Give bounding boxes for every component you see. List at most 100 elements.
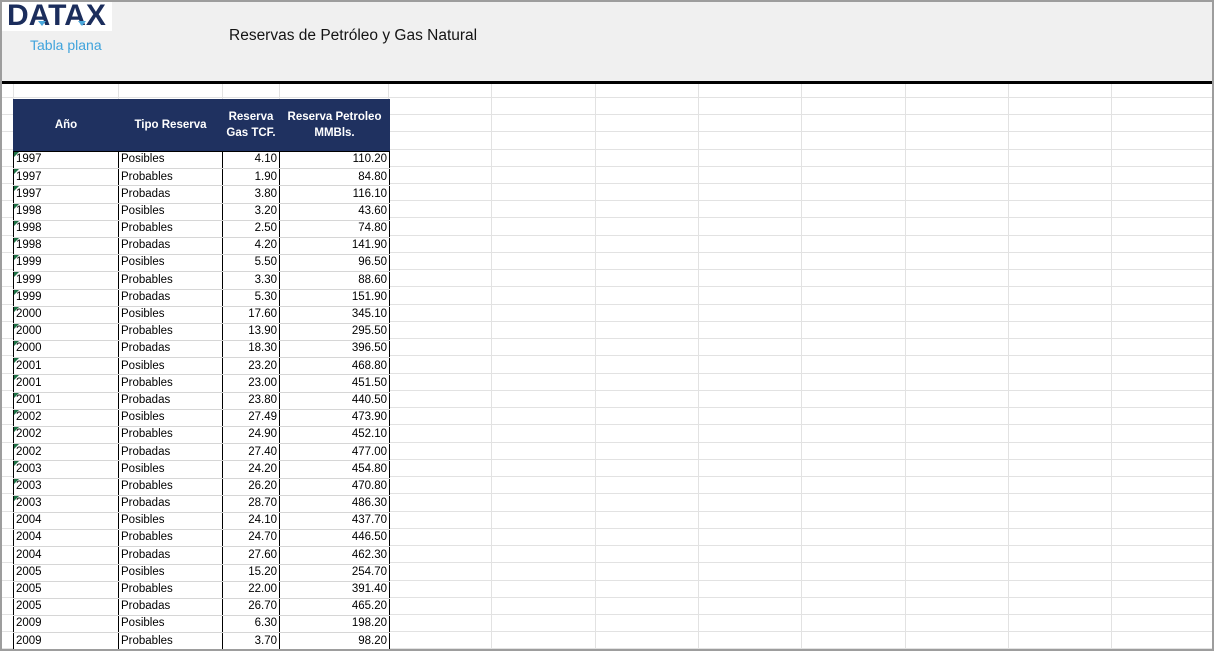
cell-tipo-reserva[interactable]: Posibles bbox=[119, 203, 223, 220]
cell-year[interactable]: 1998 bbox=[14, 220, 119, 237]
cell-tipo-reserva[interactable]: Probadas bbox=[119, 598, 223, 615]
cell-reserva-petroleo[interactable]: 151.90 bbox=[280, 289, 390, 306]
cell-year[interactable]: 1998 bbox=[14, 203, 119, 220]
cell-reserva-petroleo[interactable]: 437.70 bbox=[280, 512, 390, 529]
cell-tipo-reserva[interactable]: Probadas bbox=[119, 444, 223, 461]
cell-tipo-reserva[interactable]: Probables bbox=[119, 530, 223, 547]
column-header-tipo-reserva[interactable]: Tipo Reserva bbox=[119, 100, 223, 152]
cell-reserva-petroleo[interactable]: 96.50 bbox=[280, 255, 390, 272]
cell-tipo-reserva[interactable]: Probadas bbox=[119, 392, 223, 409]
cell-reserva-gas[interactable]: 15.20 bbox=[223, 564, 280, 581]
cell-reserva-petroleo[interactable]: 116.10 bbox=[280, 186, 390, 203]
cell-reserva-petroleo[interactable]: 470.80 bbox=[280, 478, 390, 495]
cell-reserva-gas[interactable]: 4.10 bbox=[223, 152, 280, 169]
cell-reserva-gas[interactable]: 23.00 bbox=[223, 375, 280, 392]
cell-reserva-petroleo[interactable]: 88.60 bbox=[280, 272, 390, 289]
cell-year[interactable]: 2005 bbox=[14, 581, 119, 598]
cell-year[interactable]: 2009 bbox=[14, 633, 119, 650]
cell-year[interactable]: 2003 bbox=[14, 461, 119, 478]
cell-reserva-gas[interactable]: 24.20 bbox=[223, 461, 280, 478]
cell-year[interactable]: 2009 bbox=[14, 616, 119, 633]
cell-year[interactable]: 2002 bbox=[14, 444, 119, 461]
cell-reserva-petroleo[interactable]: 451.50 bbox=[280, 375, 390, 392]
cell-reserva-petroleo[interactable]: 468.80 bbox=[280, 358, 390, 375]
cell-reserva-petroleo[interactable]: 295.50 bbox=[280, 323, 390, 340]
cell-reserva-petroleo[interactable]: 98.20 bbox=[280, 633, 390, 650]
cell-tipo-reserva[interactable]: Probables bbox=[119, 169, 223, 186]
cell-year[interactable]: 2005 bbox=[14, 598, 119, 615]
cell-year[interactable]: 2001 bbox=[14, 358, 119, 375]
cell-reserva-gas[interactable]: 23.80 bbox=[223, 392, 280, 409]
cell-reserva-petroleo[interactable]: 462.30 bbox=[280, 547, 390, 564]
cell-tipo-reserva[interactable]: Probadas bbox=[119, 495, 223, 512]
cell-reserva-petroleo[interactable]: 43.60 bbox=[280, 203, 390, 220]
cell-reserva-petroleo[interactable]: 84.80 bbox=[280, 169, 390, 186]
cell-tipo-reserva[interactable]: Probables bbox=[119, 323, 223, 340]
cell-reserva-gas[interactable]: 22.00 bbox=[223, 581, 280, 598]
cell-reserva-petroleo[interactable]: 446.50 bbox=[280, 530, 390, 547]
cell-reserva-petroleo[interactable]: 486.30 bbox=[280, 495, 390, 512]
cell-reserva-gas[interactable]: 28.70 bbox=[223, 495, 280, 512]
cell-year[interactable]: 2005 bbox=[14, 564, 119, 581]
cell-tipo-reserva[interactable]: Probables bbox=[119, 478, 223, 495]
cell-reserva-gas[interactable]: 4.20 bbox=[223, 237, 280, 254]
cell-tipo-reserva[interactable]: Posibles bbox=[119, 306, 223, 323]
cell-reserva-gas[interactable]: 3.20 bbox=[223, 203, 280, 220]
cell-tipo-reserva[interactable]: Probables bbox=[119, 220, 223, 237]
column-header-reserva-gas[interactable]: Reserva Gas TCF. bbox=[223, 100, 280, 152]
column-header-ano[interactable]: Año bbox=[14, 100, 119, 152]
cell-reserva-gas[interactable]: 27.40 bbox=[223, 444, 280, 461]
cell-tipo-reserva[interactable]: Posibles bbox=[119, 152, 223, 169]
cell-reserva-gas[interactable]: 27.60 bbox=[223, 547, 280, 564]
cell-reserva-gas[interactable]: 2.50 bbox=[223, 220, 280, 237]
cell-year[interactable]: 1998 bbox=[14, 237, 119, 254]
cell-year[interactable]: 2000 bbox=[14, 323, 119, 340]
cell-year[interactable]: 2000 bbox=[14, 341, 119, 358]
cell-reserva-gas[interactable]: 6.30 bbox=[223, 616, 280, 633]
cell-reserva-petroleo[interactable]: 141.90 bbox=[280, 237, 390, 254]
cell-year[interactable]: 2000 bbox=[14, 306, 119, 323]
cell-year[interactable]: 2003 bbox=[14, 495, 119, 512]
cell-year[interactable]: 2003 bbox=[14, 478, 119, 495]
cell-reserva-gas[interactable]: 5.30 bbox=[223, 289, 280, 306]
cell-year[interactable]: 2002 bbox=[14, 427, 119, 444]
cell-reserva-petroleo[interactable]: 440.50 bbox=[280, 392, 390, 409]
cell-reserva-gas[interactable]: 24.70 bbox=[223, 530, 280, 547]
cell-tipo-reserva[interactable]: Probadas bbox=[119, 341, 223, 358]
cell-reserva-petroleo[interactable]: 396.50 bbox=[280, 341, 390, 358]
column-header-reserva-petroleo[interactable]: Reserva Petroleo MMBls. bbox=[280, 100, 390, 152]
cell-reserva-gas[interactable]: 27.49 bbox=[223, 409, 280, 426]
cell-year[interactable]: 1997 bbox=[14, 186, 119, 203]
cell-tipo-reserva[interactable]: Posibles bbox=[119, 512, 223, 529]
cell-year[interactable]: 1999 bbox=[14, 272, 119, 289]
cell-reserva-petroleo[interactable]: 473.90 bbox=[280, 409, 390, 426]
cell-reserva-gas[interactable]: 24.90 bbox=[223, 427, 280, 444]
cell-tipo-reserva[interactable]: Posibles bbox=[119, 564, 223, 581]
cell-reserva-petroleo[interactable]: 452.10 bbox=[280, 427, 390, 444]
cell-tipo-reserva[interactable]: Posibles bbox=[119, 255, 223, 272]
cell-tipo-reserva[interactable]: Probables bbox=[119, 375, 223, 392]
cell-reserva-gas[interactable]: 13.90 bbox=[223, 323, 280, 340]
cell-tipo-reserva[interactable]: Probables bbox=[119, 633, 223, 650]
cell-tipo-reserva[interactable]: Probadas bbox=[119, 289, 223, 306]
cell-reserva-gas[interactable]: 1.90 bbox=[223, 169, 280, 186]
cell-reserva-petroleo[interactable]: 477.00 bbox=[280, 444, 390, 461]
cell-year[interactable]: 2004 bbox=[14, 547, 119, 564]
cell-year[interactable]: 2001 bbox=[14, 392, 119, 409]
cell-year[interactable]: 2001 bbox=[14, 375, 119, 392]
cell-reserva-petroleo[interactable]: 198.20 bbox=[280, 616, 390, 633]
cell-year[interactable]: 1997 bbox=[14, 169, 119, 186]
cell-year[interactable]: 2002 bbox=[14, 409, 119, 426]
cell-tipo-reserva[interactable]: Probadas bbox=[119, 547, 223, 564]
cell-tipo-reserva[interactable]: Posibles bbox=[119, 616, 223, 633]
cell-tipo-reserva[interactable]: Probadas bbox=[119, 237, 223, 254]
cell-reserva-gas[interactable]: 24.10 bbox=[223, 512, 280, 529]
cell-year[interactable]: 1999 bbox=[14, 255, 119, 272]
cell-reserva-gas[interactable]: 17.60 bbox=[223, 306, 280, 323]
cell-year[interactable]: 1997 bbox=[14, 152, 119, 169]
cell-reserva-petroleo[interactable]: 254.70 bbox=[280, 564, 390, 581]
cell-reserva-gas[interactable]: 5.50 bbox=[223, 255, 280, 272]
cell-year[interactable]: 2004 bbox=[14, 512, 119, 529]
cell-reserva-gas[interactable]: 18.30 bbox=[223, 341, 280, 358]
cell-tipo-reserva[interactable]: Probables bbox=[119, 427, 223, 444]
